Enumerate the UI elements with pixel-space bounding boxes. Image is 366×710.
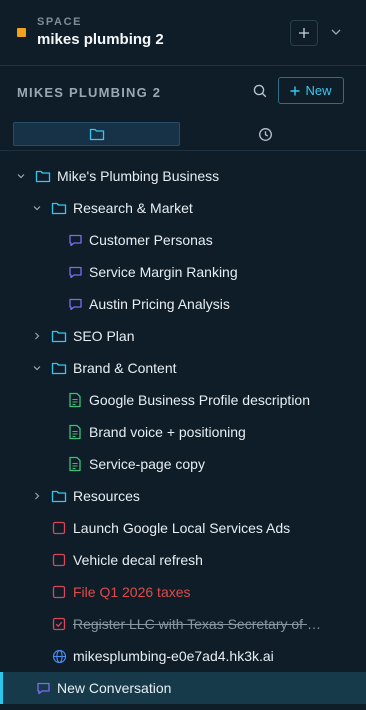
space-switcher-button[interactable] [328,24,344,40]
tree-item-label: Service Margin Ranking [89,264,238,280]
tree-task-vehicle-decal[interactable]: Vehicle decal refresh [0,544,366,576]
tree-item-label: Research & Market [73,200,193,216]
tree-item-label: Brand & Content [73,360,177,376]
task-checkbox-icon[interactable] [51,552,67,568]
chevron-down-icon [331,29,341,35]
chevron-down-icon[interactable] [32,203,42,213]
tree-item-label: Austin Pricing Analysis [89,296,230,312]
space-label: SPACE [37,16,83,28]
tree-doc-service-page-copy[interactable]: Service-page copy [0,448,366,480]
tree-chat-service-margin-ranking[interactable]: Service Margin Ranking [0,256,366,288]
new-button[interactable]: New [278,77,344,104]
tree-item-label: File Q1 2026 taxes [73,584,191,600]
tree-doc-google-business-profile[interactable]: Google Business Profile description [0,384,366,416]
chat-icon [35,680,51,696]
folder-icon [51,360,67,376]
task-checkbox-icon[interactable] [51,584,67,600]
space-header: SPACE mikes plumbing 2 [0,0,366,66]
search-button[interactable] [252,83,268,99]
folder-icon [35,168,51,184]
chevron-down-icon[interactable] [16,171,26,181]
tree-item-label: Register LLC with Texas Secretary of Sta… [73,616,321,632]
document-icon [67,424,83,440]
folder-icon [51,200,67,216]
tab-history[interactable] [182,122,349,146]
tree-site-link[interactable]: mikesplumbing-e0e7ad4.hk3k.ai [0,640,366,672]
tree-chat-new-conversation[interactable]: New Conversation [0,672,366,704]
new-button-label: New [305,83,332,98]
add-space-button[interactable] [290,20,318,46]
workspace-header: MIKES PLUMBING 2 New [0,66,366,118]
tab-files[interactable] [13,122,180,146]
tree-folder-research-market[interactable]: Research & Market [0,192,366,224]
tree-task-file-taxes[interactable]: File Q1 2026 taxes [0,576,366,608]
document-icon [67,392,83,408]
chat-icon [67,296,83,312]
tree-item-label: Customer Personas [89,232,213,248]
tree-folder-seo-plan[interactable]: SEO Plan [0,320,366,352]
tree-folder-mikes-plumbing-business[interactable]: Mike's Plumbing Business [0,160,366,192]
folder-icon [51,328,67,344]
tree-item-label: New Conversation [57,680,172,696]
tree-folder-brand-content[interactable]: Brand & Content [0,352,366,384]
plus-icon [299,28,309,38]
tree-item-label: Resources [73,488,140,504]
tree-item-label: Google Business Profile description [89,392,311,408]
search-icon [253,84,267,98]
folder-icon [89,128,104,141]
space-name[interactable]: mikes plumbing 2 [37,31,164,48]
tree-chat-customer-personas[interactable]: Customer Personas [0,224,366,256]
tree-item-label: SEO Plan [73,328,135,344]
tree-doc-brand-voice[interactable]: Brand voice + positioning [0,416,366,448]
tree-item-label: Service-page copy [89,456,205,472]
tree-item-label: Brand voice + positioning [89,424,246,440]
plus-icon [290,86,300,95]
view-tabs [0,118,366,151]
tree-task-register-llc[interactable]: Register LLC with Texas Secretary of Sta… [0,608,366,640]
chevron-right-icon[interactable] [32,491,42,501]
task-checkbox-icon[interactable] [51,520,67,536]
tree-chat-austin-pricing-analysis[interactable]: Austin Pricing Analysis [0,288,366,320]
chat-icon [67,232,83,248]
tree-folder-resources[interactable]: Resources [0,480,366,512]
space-color-dot [17,28,26,37]
tree-task-launch-lsa[interactable]: Launch Google Local Services Ads [0,512,366,544]
tree-item-label: Launch Google Local Services Ads [73,520,291,536]
workspace-title: MIKES PLUMBING 2 [17,85,162,100]
task-checked-icon[interactable] [51,616,67,632]
tree-item-label: Mike's Plumbing Business [57,168,220,184]
tree-item-label: mikesplumbing-e0e7ad4.hk3k.ai [73,648,274,664]
folder-icon [51,488,67,504]
globe-icon [51,648,67,664]
document-icon [67,456,83,472]
chevron-down-icon[interactable] [32,363,42,373]
clock-icon [259,127,272,141]
chat-icon [67,264,83,280]
chevron-right-icon[interactable] [32,331,42,341]
tree-item-label: Vehicle decal refresh [73,552,203,568]
